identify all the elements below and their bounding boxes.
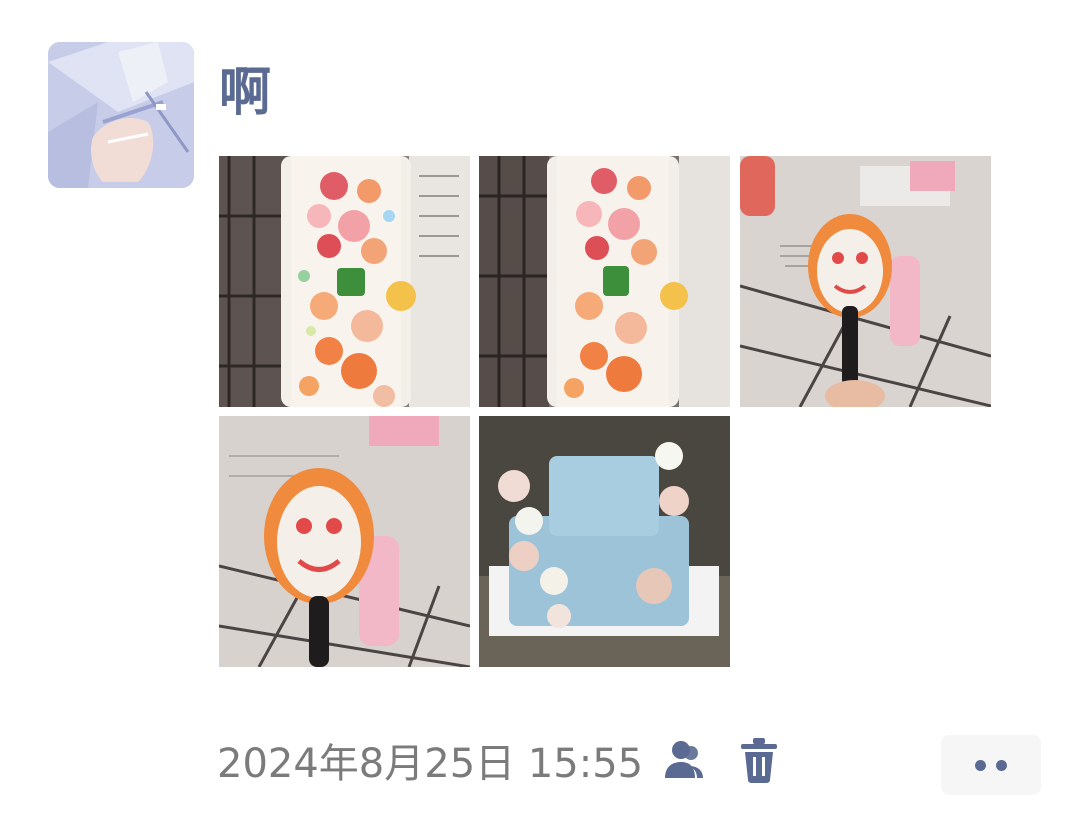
author-name[interactable]: 啊 bbox=[219, 50, 272, 125]
photo-5[interactable] bbox=[479, 416, 730, 667]
photo-3[interactable] bbox=[740, 156, 991, 407]
moment-post: 啊 2024年8月25日 15:55 bbox=[0, 0, 1080, 825]
photo-4[interactable] bbox=[219, 416, 470, 667]
photo-1[interactable] bbox=[219, 156, 470, 407]
moon-cake-with-roses-photo bbox=[479, 416, 730, 667]
phone-case-cream-decoration-photo bbox=[479, 156, 730, 407]
phone-case-cream-decoration-photo bbox=[219, 156, 470, 407]
spoon-smiley-face-photo bbox=[740, 156, 991, 407]
spoon-smiley-face-photo bbox=[219, 416, 470, 667]
post-meta: 2024年8月25日 15:55 bbox=[217, 732, 781, 788]
author-avatar[interactable] bbox=[48, 42, 194, 188]
post-timestamp: 2024年8月25日 15:55 bbox=[217, 741, 644, 787]
trash-icon[interactable] bbox=[737, 736, 781, 784]
people-icon[interactable] bbox=[659, 736, 707, 784]
more-dot bbox=[996, 759, 1007, 771]
more-dot bbox=[975, 759, 986, 771]
photo-grid bbox=[219, 156, 991, 667]
photo-2[interactable] bbox=[479, 156, 730, 407]
avatar-illustration bbox=[48, 42, 194, 188]
more-dots-icon[interactable] bbox=[941, 735, 1041, 795]
